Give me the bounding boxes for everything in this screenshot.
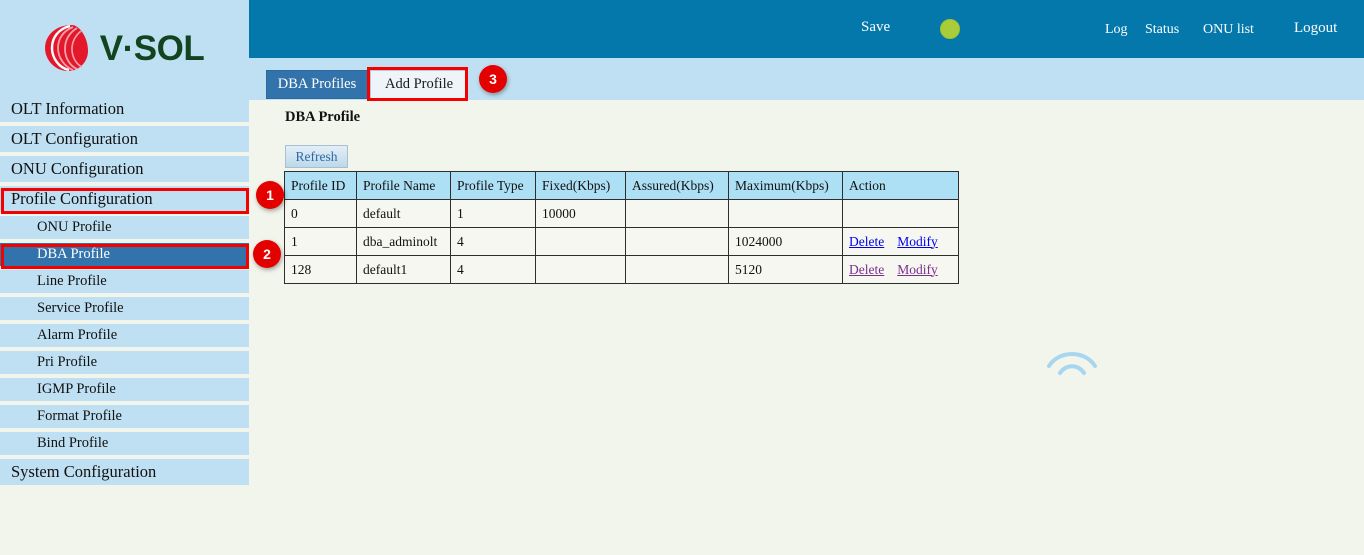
sidebar-item-onu-profile[interactable]: ONU Profile <box>0 216 249 239</box>
cell-profile-name: default <box>357 200 451 228</box>
sidebar-item-line-profile[interactable]: Line Profile <box>0 270 249 293</box>
cell-profile-type: 4 <box>451 228 536 256</box>
cell-maximum: 1024000 <box>729 228 843 256</box>
cell-profile-type: 4 <box>451 256 536 284</box>
sidebar-item-olt-configuration[interactable]: OLT Configuration <box>0 126 249 152</box>
sidebar-item-olt-information[interactable]: OLT Information <box>0 96 249 122</box>
column-header-profile-name: Profile Name <box>357 172 451 200</box>
cell-fixed: 10000 <box>536 200 626 228</box>
column-header-assured: Assured(Kbps) <box>626 172 729 200</box>
cell-fixed <box>536 256 626 284</box>
modify-link[interactable]: Modify <box>897 262 938 277</box>
brand-logo-text: V·SOL <box>100 31 204 66</box>
cell-maximum: 5120 <box>729 256 843 284</box>
cell-profile-type: 1 <box>451 200 536 228</box>
logout-button[interactable]: Logout <box>1294 20 1337 37</box>
delete-link[interactable]: Delete <box>849 262 884 277</box>
tab-strip: DBA Profiles Add Profile <box>249 58 1364 100</box>
column-header-profile-type: Profile Type <box>451 172 536 200</box>
sidebar-item-onu-configuration[interactable]: ONU Configuration <box>0 156 249 182</box>
top-header-bar: Save Log Status ONU list Logout <box>249 0 1364 58</box>
status-link[interactable]: Status <box>1145 22 1179 38</box>
table-row: 128 default1 4 5120 Delete Modify <box>285 256 959 284</box>
sidebar-navigation: OLT Information OLT Configuration ONU Co… <box>0 96 249 488</box>
tab-add-profile[interactable]: Add Profile <box>370 70 468 99</box>
wifi-arc-icon <box>1041 340 1103 380</box>
log-link[interactable]: Log <box>1105 22 1128 38</box>
sidebar-item-igmp-profile[interactable]: IGMP Profile <box>0 378 249 401</box>
cell-assured <box>626 200 729 228</box>
cell-maximum <box>729 200 843 228</box>
sidebar-item-alarm-profile[interactable]: Alarm Profile <box>0 324 249 347</box>
column-header-action: Action <box>843 172 959 200</box>
table-header-row: Profile ID Profile Name Profile Type Fix… <box>285 172 959 200</box>
dba-profile-table: Profile ID Profile Name Profile Type Fix… <box>284 171 959 284</box>
main-content-area: DBA Profile Refresh ForoISP Profile ID P… <box>249 100 1364 555</box>
cell-profile-id: 1 <box>285 228 357 256</box>
cell-action: Delete Modify <box>843 256 959 284</box>
refresh-button[interactable]: Refresh <box>285 145 348 168</box>
olt-web-management-page: V·SOL Save Log Status ONU list Logout DB… <box>0 0 1364 555</box>
table-row: 1 dba_adminolt 4 1024000 Delete Modify <box>285 228 959 256</box>
cell-action: Delete Modify <box>843 228 959 256</box>
cell-action <box>843 200 959 228</box>
column-header-fixed: Fixed(Kbps) <box>536 172 626 200</box>
sidebar-item-service-profile[interactable]: Service Profile <box>0 297 249 320</box>
sidebar-item-dba-profile[interactable]: DBA Profile <box>0 243 249 266</box>
cell-assured <box>626 256 729 284</box>
cell-fixed <box>536 228 626 256</box>
table-row: 0 default 1 10000 <box>285 200 959 228</box>
delete-link[interactable]: Delete <box>849 234 884 249</box>
sidebar-item-pri-profile[interactable]: Pri Profile <box>0 351 249 374</box>
sidebar-item-format-profile[interactable]: Format Profile <box>0 405 249 428</box>
sidebar-item-profile-configuration[interactable]: Profile Configuration <box>0 186 249 212</box>
column-header-profile-id: Profile ID <box>285 172 357 200</box>
cell-assured <box>626 228 729 256</box>
save-button[interactable]: Save <box>861 19 890 36</box>
status-indicator-green-icon <box>940 19 960 39</box>
cell-profile-name: dba_adminolt <box>357 228 451 256</box>
tab-dba-profiles[interactable]: DBA Profiles <box>266 70 368 99</box>
vsol-sphere-logo-icon <box>39 22 91 74</box>
sidebar-item-system-configuration[interactable]: System Configuration <box>0 459 249 485</box>
brand-logo-panel: V·SOL <box>0 0 249 96</box>
cell-profile-id: 0 <box>285 200 357 228</box>
page-title: DBA Profile <box>285 109 360 126</box>
cell-profile-id: 128 <box>285 256 357 284</box>
modify-link[interactable]: Modify <box>897 234 938 249</box>
column-header-maximum: Maximum(Kbps) <box>729 172 843 200</box>
onu-list-link[interactable]: ONU list <box>1203 22 1254 38</box>
cell-profile-name: default1 <box>357 256 451 284</box>
sidebar-item-bind-profile[interactable]: Bind Profile <box>0 432 249 455</box>
